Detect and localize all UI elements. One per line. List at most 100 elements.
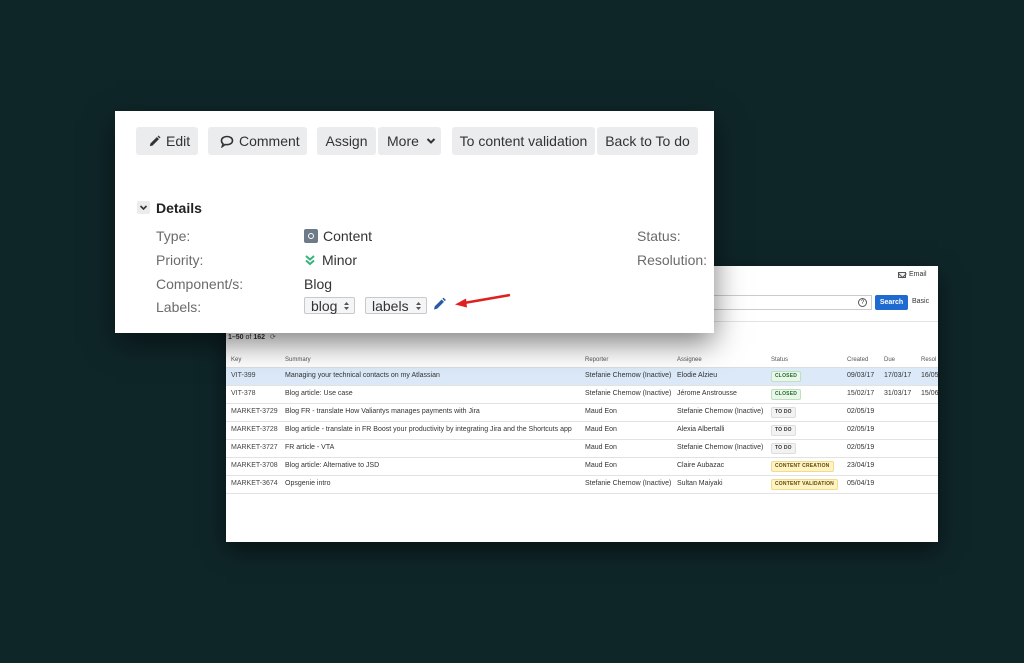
issue-reporter: Maud Eon [580, 439, 672, 458]
column-header[interactable]: Reporter [580, 353, 672, 368]
issue-due: 31/03/17 [879, 385, 916, 404]
pencil-icon [149, 134, 161, 146]
table-row[interactable]: MARKET-3728 Blog article - translate in … [226, 421, 938, 440]
issue-resolved [916, 439, 938, 458]
component-field-value[interactable]: Blog [304, 276, 332, 292]
edit-label: Edit [166, 133, 191, 149]
table-row[interactable]: VIT-399 Managing your technical contacts… [226, 367, 938, 386]
issue-summary[interactable]: Managing your technical contacts on my A… [280, 367, 580, 386]
issue-summary[interactable]: Blog article - translate in FR Boost you… [280, 421, 580, 440]
result-count: 1–50 of 162 ⟳ [228, 333, 276, 341]
issue-created: 05/04/19 [842, 475, 879, 494]
issue-assignee: Alexia Albertalli [672, 421, 766, 440]
issue-assignee: Sultan Maiyaki [672, 475, 766, 494]
issue-status: CONTENT CREATION [766, 457, 842, 476]
edit-labels-pencil-icon[interactable] [432, 297, 446, 311]
priority-value-text: Minor [322, 252, 358, 268]
table-row[interactable]: MARKET-3674 Opsgenie intro Stefanie Cher… [226, 475, 938, 494]
issue-summary[interactable]: Opsgenie intro [280, 475, 580, 494]
issue-key[interactable]: VIT-399 [226, 367, 280, 386]
issue-reporter: Stefanie Chernow (Inactive) [580, 475, 672, 494]
type-field-label: Type: [156, 228, 191, 244]
label-chip-labels[interactable]: labels [365, 297, 427, 314]
issue-status: CLOSED [766, 385, 842, 404]
to-content-validation-button[interactable]: To content validation [452, 127, 595, 155]
to-content-validation-label: To content validation [459, 133, 588, 149]
issue-assignee: Stefanie Chernow (Inactive) [672, 439, 766, 458]
issue-assignee: Stefanie Chernow (Inactive) [672, 403, 766, 422]
priority-field-label: Priority: [156, 252, 204, 268]
status-badge: TO DO [771, 407, 796, 418]
issue-created: 15/02/17 [842, 385, 879, 404]
issue-key[interactable]: MARKET-3728 [226, 421, 280, 440]
envelope-icon [898, 271, 906, 278]
status-badge: CONTENT CREATION [771, 461, 834, 472]
issue-key[interactable]: VIT-378 [226, 385, 280, 404]
search-button[interactable]: Search [875, 295, 908, 310]
table-row[interactable]: VIT-378 Blog article: Use case Stefanie … [226, 385, 938, 404]
chevron-down-icon [426, 138, 436, 144]
issue-key[interactable]: MARKET-3727 [226, 439, 280, 458]
label-chip-text: blog [311, 297, 338, 314]
updown-arrows-icon [344, 301, 350, 310]
label-chip-blog[interactable]: blog [304, 297, 356, 314]
count-of: of [245, 334, 252, 341]
issue-summary[interactable]: Blog article: Alternative to JSD [280, 457, 580, 476]
column-header[interactable]: Key [226, 353, 280, 368]
more-label: More [387, 133, 419, 149]
email-link[interactable]: Email [898, 271, 927, 278]
status-badge: TO DO [771, 443, 796, 454]
details-collapse-toggle[interactable] [137, 201, 150, 214]
edit-button[interactable]: Edit [136, 127, 198, 155]
issue-created: 02/05/19 [842, 403, 879, 422]
table-row[interactable]: MARKET-3727 FR article - VTA Maud Eon St… [226, 439, 938, 458]
issue-key[interactable]: MARKET-3729 [226, 403, 280, 422]
column-header[interactable]: Created [842, 353, 879, 368]
help-icon[interactable]: ? [858, 298, 867, 307]
issue-key[interactable]: MARKET-3674 [226, 475, 280, 494]
issue-summary[interactable]: Blog article: Use case [280, 385, 580, 404]
issue-reporter: Maud Eon [580, 403, 672, 422]
issue-summary[interactable]: Blog FR - translate How Valiantys manage… [280, 403, 580, 422]
back-to-todo-label: Back to To do [605, 133, 690, 149]
annotation-arrow-icon [455, 293, 511, 308]
basic-mode-link[interactable]: Basic [912, 298, 929, 305]
issue-reporter: Stefanie Chernow (Inactive) [580, 367, 672, 386]
issue-resolved: 16/05 [916, 367, 938, 386]
status-badge: TO DO [771, 425, 796, 436]
issue-resolved [916, 403, 938, 422]
column-header[interactable]: Due [879, 353, 916, 368]
assign-label: Assign [325, 133, 368, 149]
resolution-field-label: Resolution: [637, 252, 708, 268]
issue-due [879, 421, 916, 440]
issue-due [879, 457, 916, 476]
column-header[interactable]: Summary [280, 353, 580, 368]
refresh-icon[interactable]: ⟳ [270, 333, 276, 341]
issue-reporter: Stefanie Chernow (Inactive) [580, 385, 672, 404]
priority-field-value: Minor [304, 252, 357, 268]
issue-created: 02/05/19 [842, 439, 879, 458]
chevron-down-icon [139, 205, 148, 211]
issue-due [879, 475, 916, 494]
status-badge: CONTENT VALIDATION [771, 479, 838, 490]
more-button[interactable]: More [378, 127, 441, 155]
column-header[interactable]: Status [766, 353, 842, 368]
count-range: 1–50 [228, 334, 244, 341]
label-chip-text: labels [372, 297, 409, 314]
issue-key[interactable]: MARKET-3708 [226, 457, 280, 476]
type-field-value: Content [304, 228, 372, 244]
column-header[interactable]: Resol [916, 353, 938, 368]
issue-summary[interactable]: FR article - VTA [280, 439, 580, 458]
issue-assignee: Jérome Anstrousse [672, 385, 766, 404]
issue-table: Key Summary Reporter Assignee Status Cre… [226, 353, 938, 494]
content-type-icon [304, 229, 318, 243]
labels-field-label: Labels: [156, 299, 202, 315]
table-row[interactable]: MARKET-3729 Blog FR - translate How Vali… [226, 403, 938, 422]
back-to-todo-button[interactable]: Back to To do [597, 127, 698, 155]
column-header[interactable]: Assignee [672, 353, 766, 368]
issue-status: CLOSED [766, 367, 842, 386]
table-row[interactable]: MARKET-3708 Blog article: Alternative to… [226, 457, 938, 476]
assign-button[interactable]: Assign [317, 127, 376, 155]
comment-button[interactable]: Comment [208, 127, 307, 155]
status-field-label: Status: [637, 228, 681, 244]
